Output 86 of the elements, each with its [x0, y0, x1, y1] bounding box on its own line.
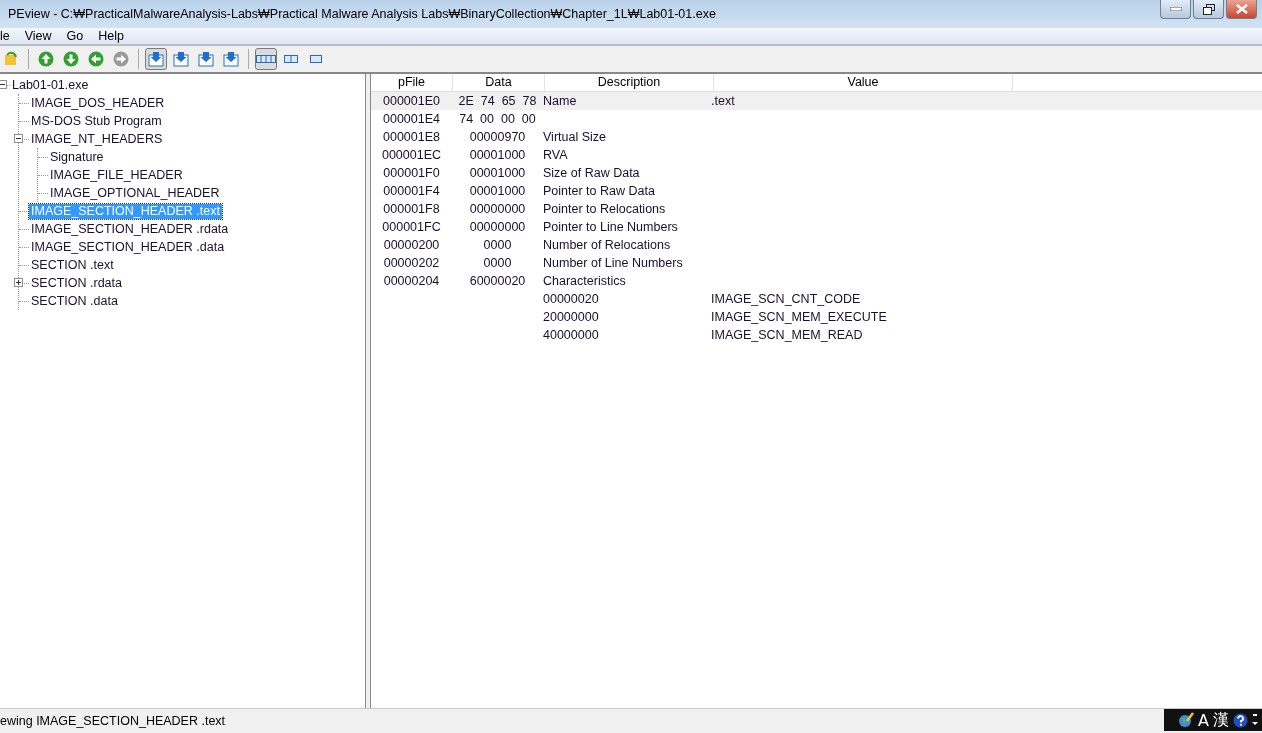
table-cell: RVA	[543, 148, 568, 162]
restore-icon	[1202, 3, 1215, 15]
table-cell: 00000000	[469, 220, 526, 234]
tree-item[interactable]: SECTION .rdata	[29, 275, 124, 291]
table-cell: 000001F0	[383, 166, 440, 180]
menu-item[interactable]: le	[0, 28, 18, 44]
tree-item[interactable]: SECTION .text	[29, 257, 116, 273]
table-cell: 60000020	[469, 274, 526, 288]
globe-pencil-icon	[1178, 712, 1195, 728]
table-cell: IMAGE_SCN_CNT_CODE	[711, 292, 861, 306]
options-icon[interactable]	[1252, 713, 1258, 727]
table-cell: 00000970	[469, 130, 526, 144]
menu-item[interactable]: Go	[59, 28, 92, 44]
table-cell: 00001000	[469, 184, 526, 198]
table-cell: 000001E4	[383, 112, 440, 126]
expand-icon[interactable]	[14, 278, 23, 287]
table-cell: Number of Line Numbers	[543, 256, 683, 270]
table-cell: 74 00 00 00	[459, 112, 536, 126]
table-cell: 00001000	[469, 166, 526, 180]
table-cell: Number of Relocations	[543, 238, 671, 252]
table-cell: .text	[711, 94, 735, 108]
table-cell: 00000202	[383, 256, 440, 270]
table-row[interactable]: 000001E0 2E 74 65 78 Name .text	[371, 92, 1262, 110]
collapse-icon[interactable]	[14, 134, 23, 143]
table-cell: 000001EC	[381, 148, 442, 162]
table-cell: 40000000	[543, 328, 599, 342]
column-layout-icon	[256, 55, 276, 63]
right-arrow-icon	[113, 51, 129, 67]
tree-item[interactable]: IMAGE_SECTION_HEADER .rdata	[29, 221, 231, 237]
table-cell: 0000	[483, 238, 512, 252]
tree-item[interactable]: IMAGE_SECTION_HEADER .data	[29, 239, 227, 255]
up-arrow-icon	[38, 51, 54, 67]
down-arrow-icon	[63, 51, 79, 67]
table-cell: 000001F8	[383, 202, 440, 216]
ime-mode-label[interactable]: A	[1198, 710, 1209, 730]
tree-item[interactable]: IMAGE_NT_HEADERS	[29, 131, 165, 147]
table-cell: Virtual Size	[543, 130, 606, 144]
minimize-icon	[1169, 7, 1182, 11]
table-cell: Pointer to Raw Data	[543, 184, 655, 198]
column-layout-icon	[310, 55, 322, 63]
table-cell: 000001E8	[383, 130, 440, 144]
tree-item[interactable]: MS-DOS Stub Program	[29, 113, 164, 129]
window-title: PEview - C:₩PracticalMalwareAnalysis-Labs₩Practical Malware Analysis Labs₩BinaryCollection₩Chapter_1L₩Lab01-01.exe	[8, 7, 717, 21]
table-cell: 00001000	[469, 148, 526, 162]
tree-item[interactable]: IMAGE_OPTIONAL_HEADER	[48, 185, 222, 201]
status-text: ewing IMAGE_SECTION_HEADER .text	[0, 714, 227, 728]
tree-item[interactable]: IMAGE_DOS_HEADER	[29, 95, 167, 111]
tree-item[interactable]: Signature	[48, 149, 106, 165]
table-cell: 000001FC	[382, 220, 441, 234]
table-cell: Name	[543, 94, 577, 108]
table-cell: 00000020	[543, 292, 599, 306]
tree-item[interactable]: SECTION .data	[29, 293, 120, 309]
tree-item[interactable]: Lab01-01.exe	[10, 77, 91, 93]
menu-item[interactable]: View	[17, 28, 60, 44]
toolbar-button[interactable]	[145, 48, 167, 70]
table-cell: IMAGE_SCN_MEM_READ	[711, 328, 863, 342]
table-cell: 000001E0	[383, 94, 440, 108]
help-icon[interactable]	[1233, 712, 1248, 728]
table-cell: 20000000	[543, 310, 599, 324]
table-cell: Characteristics	[543, 274, 626, 288]
tree-item[interactable]: IMAGE_FILE_HEADER	[48, 167, 185, 183]
column-header[interactable]: Value	[714, 74, 1013, 91]
column-header[interactable]: pFile	[371, 74, 453, 91]
menu-item[interactable]: Help	[91, 28, 132, 44]
collapse-icon[interactable]	[0, 80, 7, 89]
ime-mode-label[interactable]: 漢	[1213, 709, 1229, 731]
left-arrow-icon	[88, 51, 104, 67]
table-cell: 00000204	[383, 274, 440, 288]
restore-button[interactable]	[1193, 0, 1224, 19]
column-layout-icon	[284, 55, 298, 63]
table-cell: Pointer to Line Numbers	[543, 220, 678, 234]
table-cell: 000001F4	[383, 184, 440, 198]
toolbar-button[interactable]	[255, 48, 277, 70]
close-icon	[1235, 4, 1248, 14]
table-cell: 2E 74 65 78	[458, 94, 537, 108]
close-button[interactable]	[1226, 0, 1257, 19]
table-cell: Pointer to Relocations	[543, 202, 666, 216]
table-cell: 00000000	[469, 202, 526, 216]
minimize-button[interactable]	[1160, 0, 1191, 19]
table-cell: IMAGE_SCN_MEM_EXECUTE	[711, 310, 887, 324]
table-cell: Size of Raw Data	[543, 166, 640, 180]
table-cell: 0000	[483, 256, 512, 270]
table-cell: 00000200	[383, 238, 440, 252]
folder-icon	[5, 51, 17, 67]
column-header[interactable]: Description	[545, 74, 714, 91]
column-header[interactable]: Data	[453, 74, 545, 91]
